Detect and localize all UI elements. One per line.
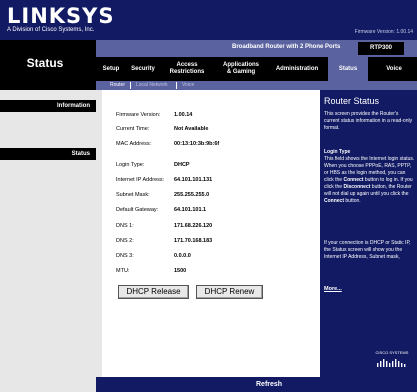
help-connect-word: Connect bbox=[324, 198, 344, 204]
dns2-label: DNS 2: bbox=[116, 238, 134, 244]
login-type-label: Login Type: bbox=[116, 162, 145, 168]
section-header-status: Status bbox=[0, 148, 96, 160]
dhcp-release-button[interactable]: DHCP Release bbox=[118, 285, 189, 299]
page-title-cell: Status bbox=[0, 40, 96, 90]
help-more-link[interactable]: More... bbox=[324, 286, 342, 292]
subnet-mask-label: Subnet Mask: bbox=[116, 192, 150, 198]
dns3-label: DNS 3: bbox=[116, 253, 134, 259]
help-intro: This screen provides the Router's curren… bbox=[324, 111, 413, 131]
refresh-button[interactable]: Refresh bbox=[256, 380, 282, 389]
tab-label: Voice bbox=[386, 65, 402, 72]
subtab-divider bbox=[176, 82, 177, 89]
header-firmware-version: Firmware Version: 1.00.14 bbox=[354, 29, 413, 35]
header-banner: LINKSYS A Division of Cisco Systems, Inc… bbox=[0, 0, 417, 40]
tab-label-line2: Restrictions bbox=[169, 69, 205, 75]
tab-label: Status bbox=[338, 65, 358, 72]
subtab-voice[interactable]: Voice bbox=[182, 82, 194, 89]
main-nav: Setup Security Access Restrictions Appli… bbox=[96, 57, 417, 81]
dns1-value: 171.68.226.120 bbox=[174, 223, 213, 229]
dns1-label: DNS 1: bbox=[116, 223, 134, 229]
dns3-value: 0.0.0.0 bbox=[174, 253, 191, 259]
subtab-router[interactable]: Router bbox=[110, 82, 125, 89]
tab-status[interactable]: Status bbox=[328, 57, 368, 81]
help-title: Router Status bbox=[324, 96, 380, 106]
sub-nav: Router Local Network Voice bbox=[96, 81, 417, 90]
dns2-value: 171.70.168.183 bbox=[174, 238, 213, 244]
default-gateway-label: Default Gateway: bbox=[116, 207, 159, 213]
footer-bar: Refresh bbox=[96, 377, 320, 392]
main-content bbox=[96, 90, 320, 377]
cisco-bridge-icon bbox=[377, 359, 406, 367]
footer-left bbox=[0, 377, 96, 392]
help-text-span: button. bbox=[345, 198, 361, 204]
help-disconnect-word: Disconnect bbox=[343, 184, 371, 190]
cisco-systems-name: CISCO SYSTEMS bbox=[375, 350, 409, 355]
subnet-mask-value: 255.255.255.0 bbox=[174, 192, 210, 198]
help-login-type-heading: Login Type bbox=[324, 149, 351, 155]
tab-label-line2: & Gaming bbox=[226, 69, 256, 75]
brand-subtitle: A Division of Cisco Systems, Inc. bbox=[7, 27, 95, 33]
firmware-version-value: 1.00.14 bbox=[174, 112, 193, 118]
tab-applications-gaming[interactable]: Applications & Gaming bbox=[216, 57, 266, 81]
product-name: Broadband Router with 2 Phone Ports bbox=[232, 44, 341, 50]
tab-label: Administration bbox=[275, 65, 319, 72]
tab-access-restrictions[interactable]: Access Restrictions bbox=[164, 57, 210, 81]
mac-address-label: MAC Address: bbox=[116, 141, 152, 147]
cisco-logo: CISCO SYSTEMS bbox=[373, 350, 411, 373]
current-time-value: Not Available bbox=[174, 126, 209, 132]
page-title: Status bbox=[26, 56, 64, 70]
help-login-type-text: This field shows the Internet login stat… bbox=[324, 156, 415, 205]
help-dhcp-text: If your connection is DHCP or Static IP,… bbox=[324, 240, 411, 260]
current-time-label: Current Time: bbox=[116, 126, 150, 132]
login-type-value: DHCP bbox=[174, 162, 190, 168]
subtab-local-network[interactable]: Local Network bbox=[136, 82, 168, 89]
mtu-label: MTU: bbox=[116, 268, 130, 274]
tab-label: Security bbox=[131, 65, 155, 72]
model-label: RTP300 bbox=[369, 45, 392, 51]
mac-address-value: 00:13:10:3b:9b:6f bbox=[174, 141, 220, 147]
internet-ip-value: 64.101.101.131 bbox=[174, 177, 213, 183]
help-panel: Router Status This screen provides the R… bbox=[320, 90, 417, 377]
subtab-divider bbox=[130, 82, 131, 89]
footer-right bbox=[320, 377, 417, 392]
firmware-version-label: Firmware Version: bbox=[116, 112, 161, 118]
tab-label: Setup bbox=[102, 65, 120, 72]
section-title: Status bbox=[71, 151, 90, 157]
section-sidebar: Information Status bbox=[0, 90, 96, 392]
section-header-information: Information bbox=[0, 100, 96, 112]
linksys-logo: LINKSYS bbox=[7, 4, 115, 28]
tab-label: Applications bbox=[222, 62, 259, 68]
help-connect-word: Connect bbox=[343, 177, 364, 183]
dhcp-renew-button[interactable]: DHCP Renew bbox=[196, 285, 263, 299]
tab-label: Access bbox=[176, 62, 198, 68]
product-bar: Broadband Router with 2 Phone Ports RTP3… bbox=[96, 40, 417, 57]
mtu-value: 1500 bbox=[174, 268, 187, 274]
tab-voice[interactable]: Voice bbox=[374, 57, 414, 81]
tab-setup[interactable]: Setup bbox=[98, 57, 124, 81]
model-badge: RTP300 bbox=[358, 42, 404, 55]
default-gateway-value: 64.101.101.1 bbox=[174, 207, 207, 213]
section-title: Information bbox=[57, 103, 90, 109]
internet-ip-label: Internet IP Address: bbox=[116, 177, 165, 183]
tab-security[interactable]: Security bbox=[126, 57, 160, 81]
tab-administration[interactable]: Administration bbox=[270, 57, 324, 81]
